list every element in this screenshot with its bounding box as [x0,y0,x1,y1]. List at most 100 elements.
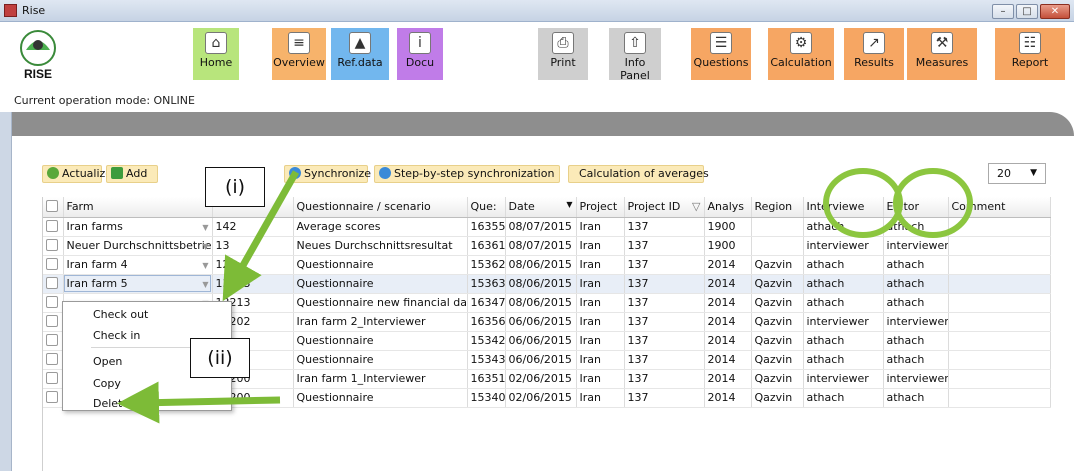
cell-interviewer: athach [803,217,884,237]
cell-text: Iran [579,220,601,233]
column-header-region[interactable]: Region [751,197,804,218]
row-checkbox[interactable] [43,388,64,408]
cell-region: Qazvin [751,312,804,332]
averages-button[interactable]: Calculation of averages [568,165,709,183]
table-row[interactable]: Neuer Durchschnittsbetrieb ▼ 13 Neues Durch… [43,236,1051,256]
cell-text: Qazvin [754,353,793,366]
cell-date: 02/06/2015 [505,369,577,389]
row-checkbox[interactable] [43,331,64,351]
filter-icon[interactable]: ▽ [692,200,700,213]
cell-id: 13 [212,236,294,256]
cell-editor: interviewer [883,236,949,256]
cell-text: 15342 [470,334,505,347]
toolbar-button-measures[interactable]: ⚒ Measures [907,28,977,80]
maximize-button[interactable]: □ [1016,4,1038,19]
column-header-analys[interactable]: Analys [704,197,752,218]
toolbar-button-ref-data[interactable]: ▲ Ref.data [331,28,389,80]
menu-item-check-in[interactable]: Check in [93,329,140,342]
cell-text: 06/06/2015 [508,334,572,347]
step-sync-button[interactable]: Step-by-step synchronization [374,165,560,183]
toolbar-button-docu[interactable]: i Docu [397,28,443,80]
table-row[interactable]: Iran farms ▼ 142 Average scores 16355 08/07/2… [43,217,1051,237]
cell-pid: 137 [624,331,705,351]
page-size-select[interactable]: 20 ▼ [988,163,1046,184]
cell-pid: 137 [624,388,705,408]
cell-region: Qazvin [751,369,804,389]
cell-analys: 1900 [704,236,752,256]
column-header-project[interactable]: Project [576,197,625,218]
cell-region [751,217,804,237]
cell-scenario: Iran farm 1_Interviewer [293,369,468,389]
cell-text: interviewer [886,315,948,328]
cell-editor: interviewer [883,312,949,332]
column-header-comment[interactable]: Comment [948,197,1051,218]
cell-editor: athach [883,217,949,237]
column-header-farm[interactable]: Farm [63,197,213,218]
cell-id: 12 [212,255,294,275]
cell-interviewer: athach [803,255,884,275]
cell-text: athach [806,220,845,233]
actualize-button[interactable]: Actualize [42,165,112,183]
cell-text: 06/06/2015 [508,353,572,366]
toolbar-button-report[interactable]: ☷ Report [995,28,1065,80]
toolbar-button-info-panel[interactable]: ⇧ Info Panel [609,28,661,82]
select-all-checkbox[interactable] [43,197,64,218]
toolbar-button-label: Measures [915,56,969,69]
toolbar-button-overview[interactable]: ≡ Overview [272,28,326,80]
row-checkbox[interactable] [43,274,64,294]
row-checkbox[interactable] [43,255,64,275]
synchronize-button[interactable]: Synchronize [284,165,371,183]
cell-farm[interactable]: Iran farms ▼ [63,217,213,237]
add-button[interactable]: Add [106,165,158,183]
cell-text: athach [886,277,925,290]
cell-project: Iran [576,293,625,313]
cell-text: 08/06/2015 [508,258,572,271]
table-row[interactable]: Iran farm 4 ▼ 12 Questionnaire 15362 08/06/20… [43,255,1051,275]
row-checkbox[interactable] [43,293,64,313]
column-header-project-id[interactable]: Project ID ▽ [624,197,705,218]
column-header-interviewer[interactable]: Interviewe [803,197,884,218]
toolbar-button-print[interactable]: ⎙ Print [538,28,588,80]
cell-scenario: Questionnaire new financial data [293,293,468,313]
row-checkbox[interactable] [43,369,64,389]
chevron-down-icon[interactable]: ▼ [202,223,208,232]
info-icon: i [409,32,431,54]
column-header-que[interactable]: Que: [467,197,506,218]
toolbar-button-questions[interactable]: ☰ Questions [691,28,751,80]
cell-farm[interactable]: Neuer Durchschnittsbetrieb ▼ [63,236,213,256]
cell-editor: interviewer [883,369,949,389]
chevron-down-icon[interactable]: ▼ [202,280,208,289]
cell-date: 08/07/2015 [505,236,577,256]
menu-item-open[interactable]: Open [93,355,122,368]
toolbar-button-results[interactable]: ↗ Results [844,28,904,80]
row-checkbox[interactable] [43,350,64,370]
chevron-down-icon[interactable]: ▼ [202,261,208,270]
cell-text: 2014 [707,334,736,347]
cell-editor: athach [883,350,949,370]
cell-farm[interactable]: Iran farm 4 ▼ [63,255,213,275]
cell-pid: 137 [624,293,705,313]
row-checkbox[interactable] [43,236,64,256]
cell-scenario: Questionnaire [293,255,468,275]
menu-item-check-out[interactable]: Check out [93,308,148,321]
cell-text: athach [886,391,925,404]
column-header-scenario[interactable]: Questionnaire / scenario [293,197,468,218]
cell-interviewer: interviewer [803,236,884,256]
cell-text: interviewer [886,372,948,385]
cell-text: Qazvin [754,391,793,404]
cell-text: 137 [627,296,649,309]
table-row[interactable]: Iran farm 5 ▼ 13213 Questionnaire 15363 08/06… [43,274,1051,294]
chevron-down-icon[interactable]: ▼ [202,242,208,251]
menu-item-delete[interactable]: Delete [93,397,129,410]
toolbar-button-calculation[interactable]: ⚙ Calculation [768,28,834,80]
minimize-button[interactable]: – [992,4,1014,19]
menu-item-copy[interactable]: Copy [93,377,121,390]
close-button[interactable]: ✕ [1040,4,1070,19]
row-checkbox[interactable] [43,217,64,237]
cell-farm[interactable]: Iran farm 5 ▼ [63,274,213,294]
column-header-date[interactable]: Date ▼ [505,197,577,218]
column-header-editor[interactable]: Editor [883,197,949,218]
row-checkbox[interactable] [43,312,64,332]
toolbar-button-home[interactable]: ⌂ Home [193,28,239,80]
cell-editor: athach [883,293,949,313]
